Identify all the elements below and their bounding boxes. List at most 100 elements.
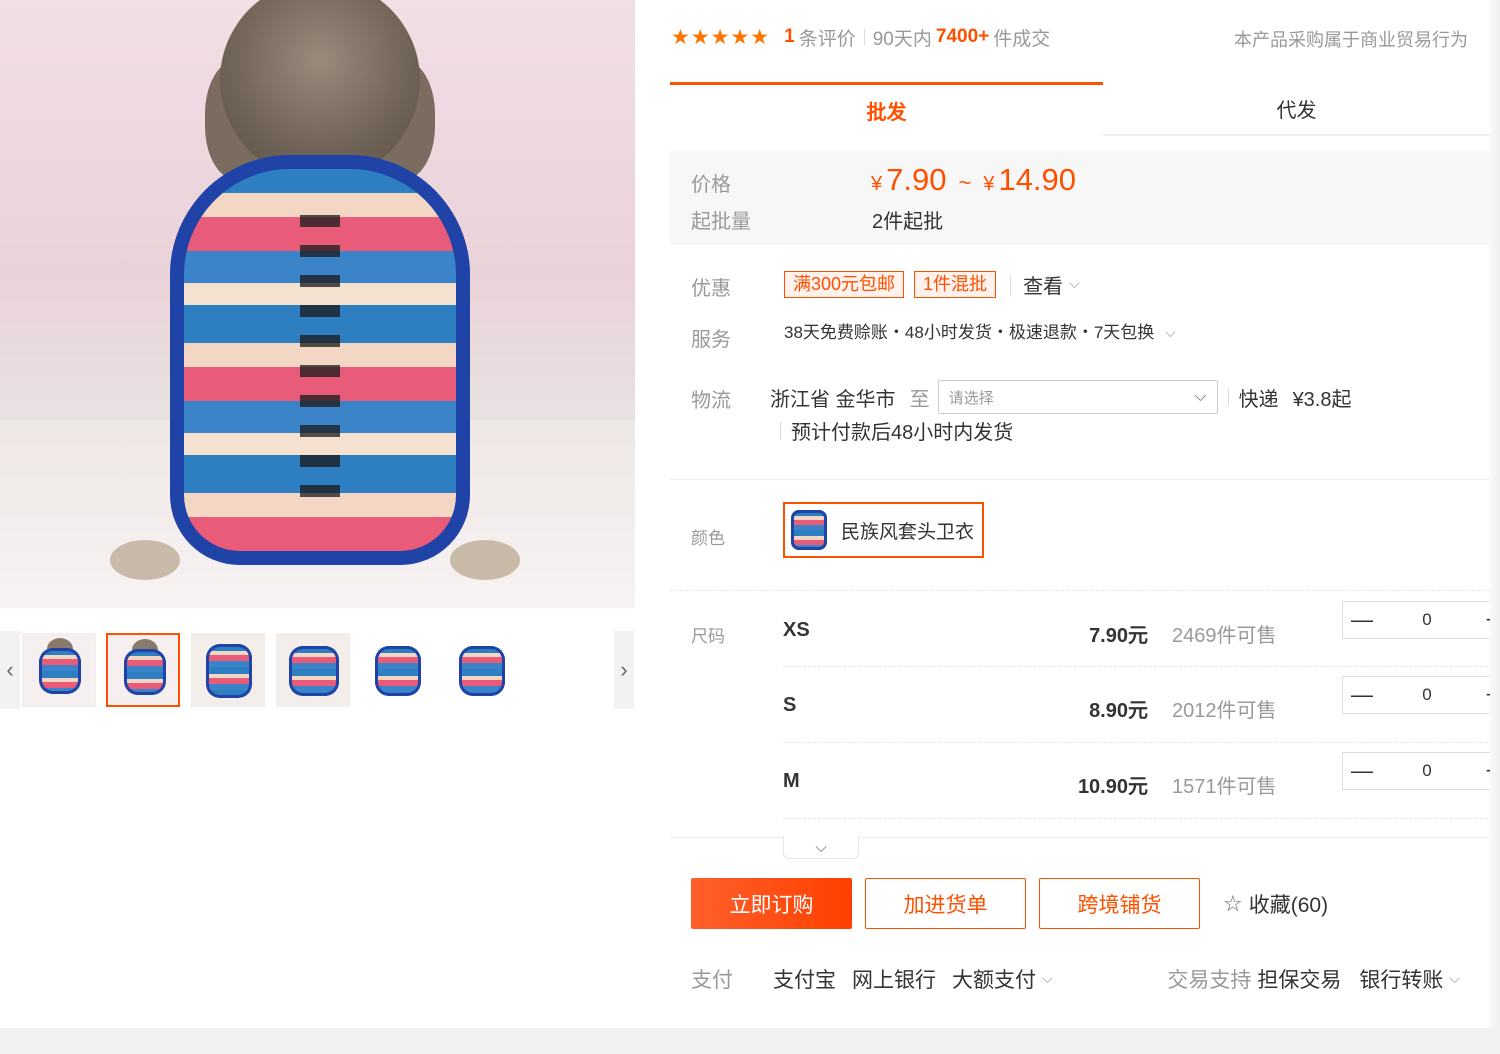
- tab-wholesale[interactable]: 批发: [670, 82, 1103, 136]
- price-low: 7.90: [886, 162, 947, 197]
- divider: [863, 29, 865, 45]
- destination-select[interactable]: 请选择 ⌵: [937, 380, 1218, 414]
- favorite-label: 收藏(60): [1248, 894, 1329, 917]
- quantity-input[interactable]: 0: [1381, 685, 1473, 705]
- price-high: 14.90: [998, 162, 1077, 197]
- price-tilde: ~: [958, 170, 972, 195]
- moq-label: 起批量: [691, 211, 751, 233]
- payment-row: 支付 支付宝 网上银行 大额支付 ⌵: [691, 964, 1053, 994]
- currency-symbol: ¥: [871, 173, 883, 195]
- review-count[interactable]: 1: [784, 26, 795, 48]
- currency-symbol: ¥: [983, 173, 995, 195]
- quantity-stepper: — 0 +: [1342, 676, 1500, 714]
- size-price: 10.90元: [1077, 776, 1148, 798]
- divider: [1010, 273, 1012, 296]
- ship-to-label: 至: [909, 388, 930, 411]
- purchase-mode-tabs: 批发 代发: [670, 82, 1490, 136]
- ship-origin: 浙江省 金华市: [770, 388, 896, 411]
- size-label: 尺码: [691, 627, 725, 646]
- thumbnail-4[interactable]: [276, 633, 350, 707]
- row-divider: [783, 742, 1500, 743]
- ship-eta-text: 预计付款后48小时内发货: [791, 422, 1014, 444]
- size-stock: 1571件可售: [1172, 776, 1277, 798]
- logistics-label: 物流: [691, 390, 731, 412]
- trade-note: 本产品采购属于商业贸易行为: [1234, 30, 1468, 50]
- service-list[interactable]: 38天免费赊账・48小时发货・极速退款・7天包换 ⌵: [784, 318, 1176, 343]
- decrement-button[interactable]: —: [1343, 677, 1381, 713]
- thumbnail-strip: ‹ ›: [0, 631, 635, 709]
- chevron-left-icon: ‹: [6, 657, 14, 682]
- shipping-row: 浙江省 金华市 至 请选择 ⌵ 快递 ¥3.8起: [770, 380, 1352, 414]
- thumbnail-5[interactable]: [360, 633, 434, 707]
- service-label: 服务: [691, 329, 731, 351]
- quantity-input[interactable]: 0: [1381, 761, 1473, 781]
- promo-tag-mixed-batch: 1件混批: [914, 271, 997, 298]
- page-footer-band: [0, 1028, 1500, 1054]
- trade-support-escrow: 担保交易: [1257, 969, 1342, 992]
- chevron-down-icon[interactable]: ⌵: [1069, 275, 1080, 292]
- cross-border-button[interactable]: 跨境铺货: [1039, 878, 1200, 929]
- thumb-next-button[interactable]: ›: [614, 631, 634, 709]
- expand-sizes-button[interactable]: ⌵: [783, 836, 859, 859]
- dog-foot-right: [450, 540, 520, 580]
- size-price: 8.90元: [1089, 700, 1148, 722]
- review-count-suffix[interactable]: 条评价: [799, 24, 856, 51]
- sold-suffix: 件成交: [993, 28, 1051, 50]
- divider: [780, 421, 781, 440]
- dog-sweater: [170, 155, 470, 565]
- thumbnail-1[interactable]: [22, 633, 96, 707]
- buy-now-button[interactable]: 立即订购: [691, 878, 852, 929]
- color-option-label: 民族风套头卫衣: [841, 521, 975, 543]
- price-label: 价格: [691, 174, 731, 196]
- decrement-button[interactable]: —: [1343, 753, 1381, 789]
- rating-row: ★★★★★ 1 条评价 90天内 7400+ 件成交: [671, 22, 1050, 52]
- ship-method: 快递: [1238, 388, 1279, 411]
- sold-prefix: 90天内: [872, 28, 932, 50]
- row-divider: [783, 818, 1500, 819]
- thumbnail-3[interactable]: [191, 633, 265, 707]
- chevron-down-icon[interactable]: ⌵: [1165, 324, 1176, 341]
- size-stock: 2012件可售: [1172, 700, 1277, 722]
- star-icon: ☆: [1223, 891, 1243, 916]
- color-label: 颜色: [691, 529, 725, 548]
- sold-count: 7400+: [935, 26, 990, 47]
- add-to-cart-button[interactable]: 加进货单: [865, 878, 1026, 929]
- trade-support-bank-transfer[interactable]: 银行转账: [1359, 964, 1443, 994]
- view-promos-link[interactable]: 查看: [1023, 270, 1063, 299]
- thumbnail-2[interactable]: [106, 633, 180, 707]
- payment-method-alipay: 支付宝: [773, 969, 836, 992]
- size-name: XS: [783, 619, 810, 641]
- decrement-button[interactable]: —: [1343, 602, 1381, 638]
- section-divider: [670, 590, 1490, 591]
- trade-support: 交易支持 担保交易 银行转账 ⌵: [1167, 964, 1460, 994]
- thumb-prev-button[interactable]: ‹: [0, 631, 20, 709]
- payment-method-large[interactable]: 大额支付: [952, 964, 1036, 994]
- chevron-down-icon[interactable]: ⌵: [1449, 970, 1460, 987]
- tab-dropship[interactable]: 代发: [1103, 82, 1490, 136]
- price-box: 价格 ¥ 7.90 ~ ¥ 14.90 起批量 2件起批: [670, 150, 1490, 245]
- section-divider: [670, 479, 1490, 480]
- ship-fee: ¥3.8起: [1292, 388, 1352, 411]
- divider: [1227, 388, 1229, 406]
- promo-label: 优惠: [691, 278, 731, 300]
- chevron-down-icon[interactable]: ⌵: [1042, 970, 1053, 987]
- dog-foot-left: [110, 540, 180, 580]
- ship-eta: 预计付款后48小时内发货: [780, 416, 1013, 445]
- chevron-down-icon: ⌵: [1194, 388, 1207, 405]
- favorite-button[interactable]: ☆ 收藏(60): [1223, 889, 1328, 919]
- trade-support-label: 交易支持: [1167, 969, 1252, 992]
- promo-row: 满300元包邮 1件混批 查看 ⌵: [784, 270, 1080, 299]
- destination-placeholder: 请选择: [948, 389, 994, 407]
- size-row: XS 7.90元 2469件可售 — 0 +: [783, 601, 1500, 679]
- quantity-stepper: — 0 +: [1342, 752, 1500, 790]
- row-divider: [783, 666, 1500, 667]
- thumbnail-6[interactable]: [444, 633, 518, 707]
- scrollbar-track[interactable]: [1490, 0, 1500, 1028]
- size-stock: 2469件可售: [1172, 625, 1277, 647]
- main-product-image[interactable]: [0, 0, 635, 608]
- quantity-input[interactable]: 0: [1381, 610, 1473, 630]
- color-option-ethnic-pullover[interactable]: 民族风套头卫衣: [783, 502, 984, 558]
- payment-method-online-bank: 网上银行: [852, 969, 936, 992]
- payment-label: 支付: [691, 969, 733, 992]
- moq-value: 2件起批: [872, 211, 944, 233]
